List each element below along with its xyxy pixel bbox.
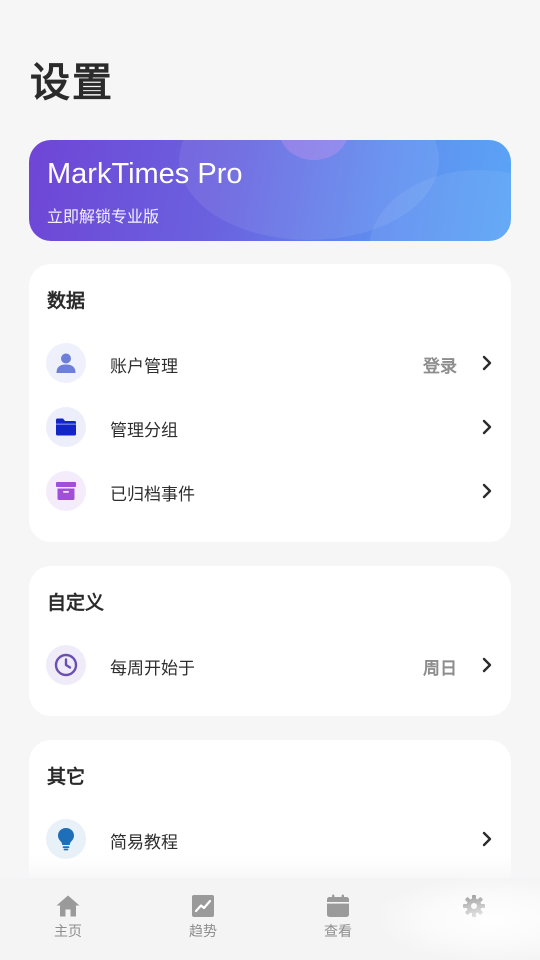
chevron-right-icon <box>482 831 492 847</box>
bottom-navigation-bar: 主页 趋势 查看 <box>0 878 540 960</box>
nav-label-trend: 趋势 <box>189 924 217 940</box>
chevron-right-icon <box>482 483 492 499</box>
user-icon <box>46 343 86 383</box>
login-status: 登录 <box>423 357 457 377</box>
folder-icon <box>46 407 86 447</box>
section-title-data: 数据 <box>47 290 86 312</box>
tutorial-row[interactable]: 简易教程 <box>29 811 511 867</box>
pro-banner-title: MarkTimes Pro <box>47 158 243 190</box>
row-label: 简易教程 <box>110 833 178 853</box>
custom-section-card: 自定义 每周开始于 周日 <box>29 566 511 716</box>
archive-icon <box>46 471 86 511</box>
week-start-row[interactable]: 每周开始于 周日 <box>29 637 511 693</box>
account-management-row[interactable]: 账户管理 登录 <box>29 335 511 391</box>
row-label: 每周开始于 <box>110 659 195 679</box>
page-title: 设置 <box>30 60 114 106</box>
gear-icon <box>463 895 485 917</box>
nav-home[interactable]: 主页 <box>28 894 108 950</box>
manage-groups-row[interactable]: 管理分组 <box>29 399 511 455</box>
chevron-right-icon <box>482 419 492 435</box>
nav-label-view: 查看 <box>324 924 352 940</box>
week-start-value: 周日 <box>423 659 457 679</box>
nav-trend[interactable]: 趋势 <box>163 894 243 950</box>
nav-label-home: 主页 <box>54 924 82 940</box>
pro-upgrade-banner[interactable]: MarkTimes Pro 立即解锁专业版 <box>29 140 511 241</box>
home-icon <box>56 895 80 917</box>
lightbulb-icon <box>46 819 86 859</box>
pro-banner-subtitle: 立即解锁专业版 <box>47 207 160 226</box>
nav-settings[interactable] <box>434 894 514 950</box>
archived-events-row[interactable]: 已归档事件 <box>29 463 511 519</box>
row-label: 管理分组 <box>110 421 178 441</box>
nav-view[interactable]: 查看 <box>298 894 378 950</box>
trend-icon <box>192 895 214 917</box>
section-title-custom: 自定义 <box>47 592 105 614</box>
section-title-other: 其它 <box>47 766 86 788</box>
chevron-right-icon <box>482 355 492 371</box>
row-label: 已归档事件 <box>110 485 195 505</box>
calendar-icon <box>327 894 349 917</box>
chevron-right-icon <box>482 657 492 673</box>
data-section-card: 数据 账户管理 登录 管理分组 已归档事件 <box>29 264 511 542</box>
row-label: 账户管理 <box>110 357 178 377</box>
clock-icon <box>46 645 86 685</box>
